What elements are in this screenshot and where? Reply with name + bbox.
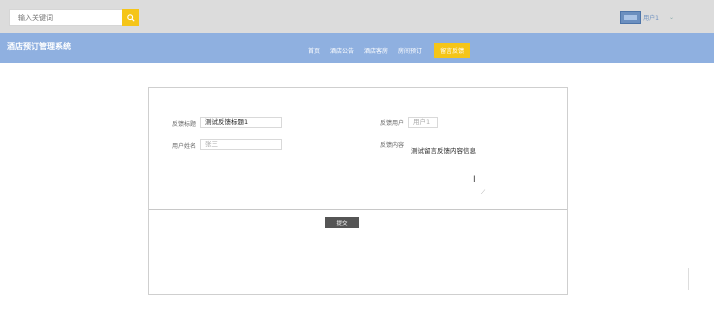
feedback-form-card: 反馈标题 测试反馈标题1 反馈用户 用户1 用户姓名 张三 反馈内容 测试留言反…: [148, 87, 568, 295]
nav-item-feedback[interactable]: 留言反馈: [434, 43, 471, 58]
content-textarea[interactable]: 测试留言反馈内容信息: [411, 145, 476, 155]
resize-handle-icon[interactable]: ⟋: [481, 189, 485, 197]
nav-bar: 酒店预订管理系统 首页 酒店公告 酒店客房 房间预订 留言反馈: [0, 33, 714, 63]
search-input[interactable]: [9, 9, 122, 26]
scrollbar[interactable]: [688, 268, 689, 290]
nav-item-announcements[interactable]: 酒店公告: [330, 46, 354, 55]
user-name-field[interactable]: 张三: [200, 139, 282, 150]
feedback-user-label: 反馈用户: [380, 120, 405, 127]
chevron-down-icon[interactable]: ⌄: [669, 14, 674, 21]
user-name[interactable]: 用户1: [643, 13, 659, 22]
text-cursor-icon: I: [473, 175, 476, 185]
title-field[interactable]: 测试反馈标题1: [200, 117, 282, 128]
top-bar: 用户1 ⌄: [0, 0, 714, 33]
content-label: 反馈内容: [380, 142, 405, 149]
title-label: 反馈标题: [172, 121, 197, 128]
submit-button[interactable]: 提交: [325, 217, 359, 228]
nav-item-booking[interactable]: 房间预订: [398, 46, 422, 55]
nav-item-rooms[interactable]: 酒店客房: [364, 46, 388, 55]
avatar[interactable]: [620, 11, 642, 24]
search-icon: [126, 13, 135, 22]
user-menu[interactable]: 用户1 ⌄: [620, 11, 674, 24]
nav-item-home[interactable]: 首页: [308, 46, 320, 55]
feedback-user-field[interactable]: 用户1: [408, 117, 438, 128]
search-box: [9, 9, 139, 26]
user-name-label: 用户姓名: [172, 143, 197, 150]
main-nav: 首页 酒店公告 酒店客房 房间预订 留言反馈: [308, 43, 471, 58]
site-logo[interactable]: 酒店预订管理系统: [7, 41, 71, 52]
search-button[interactable]: [122, 9, 139, 26]
form-divider: [149, 209, 567, 210]
